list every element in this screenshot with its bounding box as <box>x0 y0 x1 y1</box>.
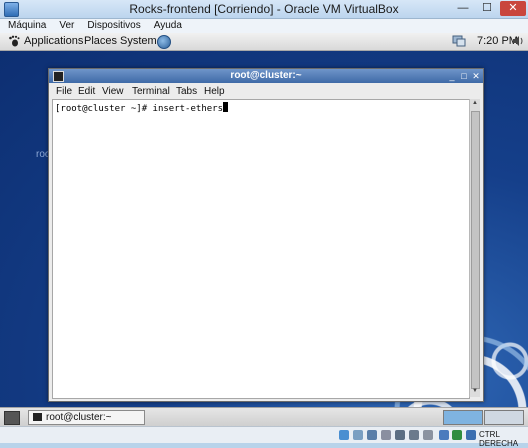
network-icon[interactable] <box>395 430 405 440</box>
scrollbar-thumb[interactable] <box>471 111 480 389</box>
minimize-button[interactable]: — <box>452 1 474 16</box>
terminal-icon <box>33 413 42 421</box>
globe-icon[interactable] <box>157 35 171 49</box>
terminal-menu-edit[interactable]: Edit <box>78 86 95 97</box>
close-button[interactable]: ✕ <box>500 1 526 16</box>
shell-prompt: [root@cluster ~]# <box>55 104 153 114</box>
scroll-down-arrow-icon[interactable]: ▼ <box>471 388 479 396</box>
terminal-menubar: File Edit View Terminal Tabs Help <box>49 84 483 98</box>
taskbar-task-label: root@cluster:~ <box>46 412 112 423</box>
terminal-menu-help[interactable]: Help <box>204 86 225 97</box>
terminal-minimize-button[interactable]: _ <box>447 71 457 81</box>
workspace-2[interactable] <box>484 410 524 425</box>
terminal-menu-view[interactable]: View <box>102 86 124 97</box>
menu-applications[interactable]: Applications <box>24 35 83 47</box>
terminal-command-line: [root@cluster ~]# insert-ethers <box>55 102 228 114</box>
text-cursor <box>223 102 228 112</box>
menu-ver[interactable]: Ver <box>51 19 79 31</box>
terminal-menu-file[interactable]: File <box>56 86 72 97</box>
display-icon[interactable] <box>409 430 419 440</box>
menu-dispositivos[interactable]: Dispositivos <box>79 19 145 31</box>
optical-drive-icon[interactable] <box>353 430 363 440</box>
window-title: Rocks-frontend [Corriendo] - Oracle VM V… <box>129 2 399 16</box>
terminal-titlebar[interactable]: root@cluster:~ _ □ ✕ <box>49 69 483 83</box>
gnome-bottom-panel: root@cluster:~ <box>0 407 528 426</box>
menu-places[interactable]: Places <box>84 35 117 47</box>
video-capture-icon[interactable] <box>423 430 433 440</box>
terminal-window[interactable]: root@cluster:~ _ □ ✕ File Edit View Term… <box>48 68 484 402</box>
terminal-menu-tabs[interactable]: Tabs <box>176 86 197 97</box>
virtualbox-menubar: Máquina Ver Dispositivos Ayuda <box>0 19 528 33</box>
menu-system[interactable]: System <box>120 35 157 47</box>
scroll-up-arrow-icon[interactable]: ▲ <box>471 100 479 108</box>
terminal-menu-terminal[interactable]: Terminal <box>132 86 170 97</box>
virtualbox-titlebar: Rocks-frontend [Corriendo] - Oracle VM V… <box>0 0 528 19</box>
host-key-label: CTRL DERECHA <box>479 430 519 448</box>
typed-command: insert-ethers <box>152 104 223 114</box>
network-monitor-icon[interactable] <box>452 35 466 47</box>
usb-icon[interactable] <box>367 430 377 440</box>
gnome-foot-icon <box>9 35 20 47</box>
host-key-icon <box>466 430 476 440</box>
terminal-title: root@cluster:~ <box>230 70 302 81</box>
maximize-button[interactable]: ☐ <box>476 1 498 16</box>
mouse-integration-icon[interactable] <box>439 430 449 440</box>
terminal-close-button[interactable]: ✕ <box>471 71 481 81</box>
hard-disk-icon[interactable] <box>339 430 349 440</box>
show-desktop-icon[interactable] <box>4 411 20 425</box>
keyboard-capture-icon[interactable] <box>452 430 462 440</box>
virtualbox-statusbar: CTRL DERECHA <box>0 426 528 448</box>
terminal-screen[interactable]: [root@cluster ~]# insert-ethers <box>52 99 470 399</box>
workspace-1[interactable] <box>443 410 483 425</box>
terminal-scrollbar[interactable]: ▲ ▼ <box>469 99 480 397</box>
menu-maquina[interactable]: Máquina <box>0 19 51 31</box>
audio-icon[interactable] <box>512 35 524 47</box>
menu-ayuda[interactable]: Ayuda <box>146 19 187 31</box>
taskbar-terminal-button[interactable]: root@cluster:~ <box>28 410 145 425</box>
shared-folders-icon[interactable] <box>381 430 391 440</box>
gnome-top-panel: Applications Places System 7:20 PM <box>0 33 528 51</box>
terminal-maximize-button[interactable]: □ <box>459 71 469 81</box>
